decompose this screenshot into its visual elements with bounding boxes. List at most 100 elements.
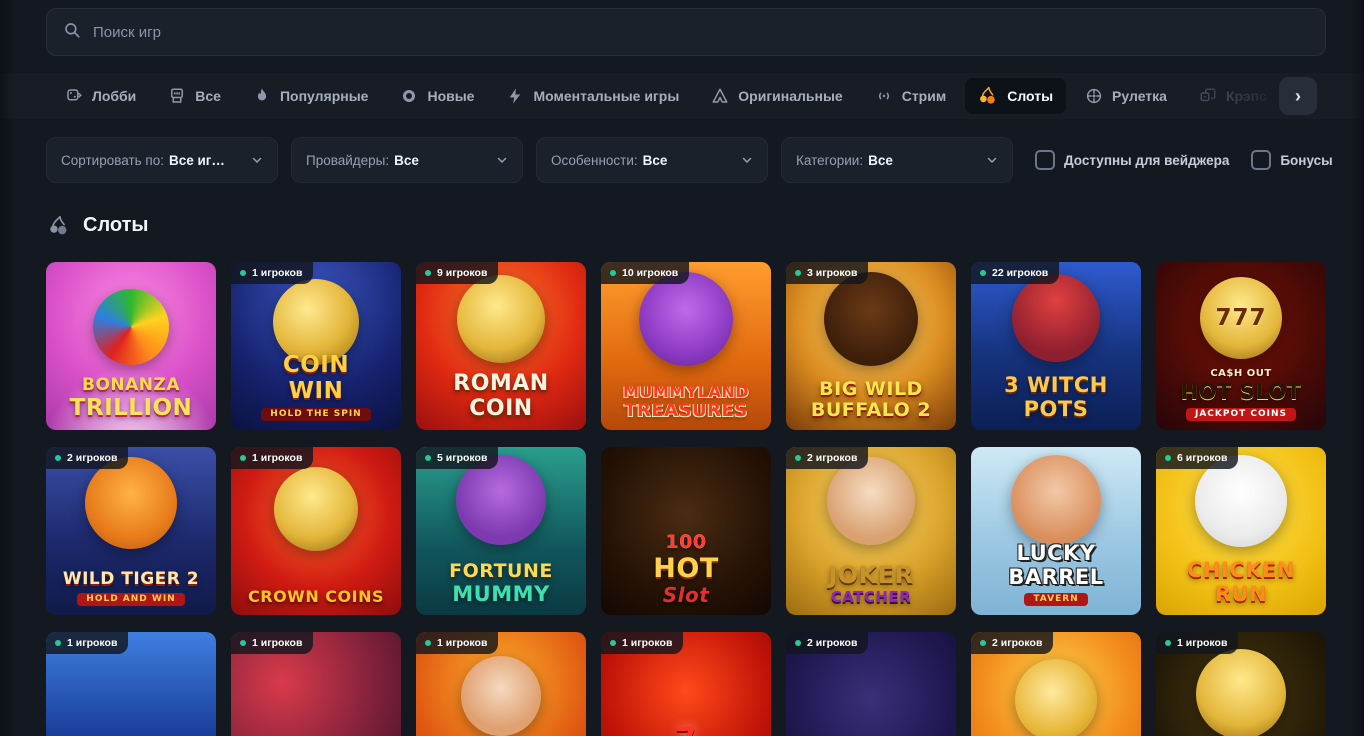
tabs-next-button[interactable]: › — [1279, 77, 1317, 115]
search-bar[interactable] — [46, 8, 1326, 56]
filter-sort[interactable]: Сортировать по: Все иг… — [46, 137, 278, 183]
tab-craps[interactable]: Крэпс — [1186, 79, 1280, 113]
players-badge: 9 игроков — [416, 262, 498, 284]
games-grid: BONANZA TRILLION COINWINHOLD THE SPIN 1 и… — [46, 262, 1326, 736]
game-title: 7MINICash'n — [601, 723, 771, 736]
game-tile-joker-bells-slot[interactable]: 1 игроков — [416, 632, 586, 736]
checkbox-box[interactable] — [1035, 150, 1055, 170]
game-title-line: HOT — [653, 555, 718, 583]
tab-roulette[interactable]: Рулетка — [1072, 79, 1180, 113]
game-tile-mummyland-treasures[interactable]: MUMMYLANDTREASURES 10 игроков — [601, 262, 771, 430]
players-count: 2 игроков — [807, 637, 857, 649]
game-tile-wild-cash[interactable]: WildCA$H 2 игроков — [786, 632, 956, 736]
game-title: FORTUNEMUMMY — [416, 562, 586, 606]
game-title-line: WILD TIGER 2 — [63, 571, 199, 589]
online-dot — [610, 640, 616, 646]
filter-categories[interactable]: Категории: Все — [781, 137, 1013, 183]
players-badge: 1 игроков — [46, 632, 128, 654]
game-title-line: HOT SLOT — [1181, 382, 1302, 404]
tab-popular[interactable]: Популярные — [240, 79, 381, 113]
game-tile-golden-pig-slot[interactable]: 2 игроков — [971, 632, 1141, 736]
tab-all[interactable]: Все — [155, 79, 234, 113]
players-badge: 1 игроков — [416, 632, 498, 654]
game-title-line: ROMAN — [453, 373, 548, 396]
game-art-circle — [457, 275, 545, 363]
dice-icon — [1199, 87, 1217, 105]
tab-originals[interactable]: Оригинальные — [698, 79, 855, 113]
game-tile-big-win-x25[interactable]: BIG WINx25 1 игроков — [231, 632, 401, 736]
game-art-circle — [1196, 649, 1286, 736]
game-tile-3-witch-pots[interactable]: 3 WITCHPOTS 22 игроков — [971, 262, 1141, 430]
tab-stream[interactable]: Стрим — [862, 79, 959, 113]
online-dot — [1165, 455, 1171, 461]
category-tab-strip: Лобби Все Популярные Новые Моментальные … — [0, 73, 1364, 119]
game-title: BONANZA TRILLION — [46, 377, 216, 421]
game-art: 777 CA$H OUTHOT SLOTJACKPOT COINS — [1156, 262, 1326, 430]
game-art: 3 WITCHPOTS — [971, 262, 1141, 430]
game-tile-777-cashout-hot-slot[interactable]: 777 CA$H OUTHOT SLOTJACKPOT COINS — [1156, 262, 1326, 430]
players-count: 1 игроков — [622, 637, 672, 649]
online-dot — [240, 640, 246, 646]
cherries-icon — [48, 215, 70, 237]
tab-slots[interactable]: Слоты — [965, 78, 1066, 114]
game-tile-bonanza-trillion[interactable]: BONANZA TRILLION — [46, 262, 216, 430]
game-tile-big-wild-buffalo-2[interactable]: BIG WILDBUFFALO 2 3 игроков — [786, 262, 956, 430]
players-count: 1 игроков — [252, 452, 302, 464]
game-title-line: MUMMYLAND — [623, 384, 749, 401]
stream-icon — [875, 87, 893, 105]
checkbox-bonuses[interactable]: Бонусы — [1251, 150, 1332, 170]
game-title-line: BUFFALO 2 — [811, 401, 931, 421]
filter-features[interactable]: Особенности: Все — [536, 137, 768, 183]
game-title-line: POTS — [1024, 399, 1089, 421]
players-count: 2 игроков — [992, 637, 1042, 649]
tab-new[interactable]: Новые — [387, 79, 487, 113]
online-dot — [55, 455, 61, 461]
game-title-line: CROWN COINS — [248, 589, 384, 606]
filter-providers[interactable]: Провайдеры: Все — [291, 137, 523, 183]
game-title: CA$H OUTHOT SLOTJACKPOT COINS — [1156, 369, 1326, 421]
game-tile-chicken-run[interactable]: CHICKENRUN 6 игроков — [1156, 447, 1326, 615]
game-title: LUCKYBARRELTAVERN — [971, 543, 1141, 606]
game-tile-coin-win[interactable]: COINWINHOLD THE SPIN 1 игроков — [231, 262, 401, 430]
game-title: JOKERCATCHER — [786, 563, 956, 606]
game-tile-wild-tiger-2[interactable]: WILD TIGER 2HOLD AND WIN 2 игроков — [46, 447, 216, 615]
game-art: JOKERCATCHER — [786, 447, 956, 615]
chevron-down-icon — [741, 154, 753, 166]
tab-instant[interactable]: Моментальные игры — [493, 79, 692, 113]
game-tile-lucky-barrel-tavern[interactable]: LUCKYBARRELTAVERN — [971, 447, 1141, 615]
game-title-line: 7 — [675, 723, 698, 736]
players-badge: 2 игроков — [46, 447, 128, 469]
game-title-line: RUN — [1215, 584, 1267, 606]
game-tile-roman-coin[interactable]: ROMANCOIN 9 игроков — [416, 262, 586, 430]
players-count: 5 игроков — [437, 452, 487, 464]
game-title-line: COIN — [469, 398, 532, 421]
game-title: BIG WILDBUFFALO 2 — [786, 380, 956, 422]
all-icon — [168, 87, 186, 105]
game-title-line: BONANZA — [82, 377, 180, 395]
players-badge: 6 игроков — [1156, 447, 1238, 469]
game-art-circle — [827, 457, 915, 545]
game-tile-fortune-mummy[interactable]: FORTUNEMUMMY 5 игроков — [416, 447, 586, 615]
game-subtitle-banner: HOLD THE SPIN — [261, 408, 370, 421]
game-tile-crown-coins[interactable]: CROWN COINS 1 игроков — [231, 447, 401, 615]
checkbox-wager[interactable]: Доступны для вейджера — [1035, 150, 1229, 170]
game-art: COINWINHOLD THE SPIN — [231, 262, 401, 430]
players-count: 1 игроков — [252, 267, 302, 279]
game-title-line: TRILLION — [70, 397, 193, 421]
online-dot — [240, 455, 246, 461]
checkbox-box[interactable] — [1251, 150, 1271, 170]
players-badge: 1 игроков — [231, 262, 313, 284]
search-input[interactable] — [93, 24, 1309, 41]
game-subtitle-banner: JACKPOT COINS — [1186, 408, 1296, 421]
game-tile-joker-catcher[interactable]: JOKERCATCHER 2 игроков — [786, 447, 956, 615]
tab-lobby[interactable]: Лобби — [52, 79, 149, 113]
game-tile-777-coin[interactable]: 777COIN 1 игроков — [46, 632, 216, 736]
game-tile-100-hot-slot[interactable]: 100HOTSlot — [601, 447, 771, 615]
game-title-line: FORTUNE — [449, 562, 553, 582]
game-tile-36-coins[interactable]: 36COINS™ 1 игроков — [1156, 632, 1326, 736]
online-dot — [425, 640, 431, 646]
game-tile-7-mini-cashn[interactable]: 7MINICash'n 1 игроков — [601, 632, 771, 736]
game-art-circle — [93, 289, 169, 365]
game-title: CHICKENRUN — [1156, 560, 1326, 606]
game-art: 100HOTSlot — [601, 447, 771, 615]
